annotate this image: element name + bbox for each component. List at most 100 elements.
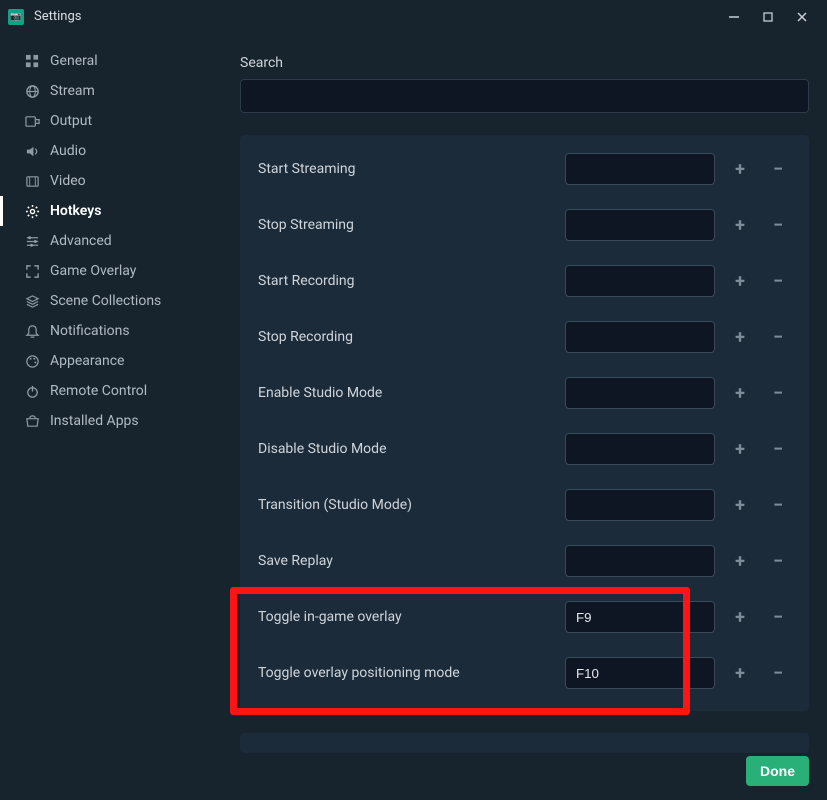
remove-button[interactable]: − [765, 492, 791, 518]
hotkey-input-start-recording[interactable] [565, 265, 715, 297]
gear-icon [24, 203, 40, 219]
hotkey-input-stop-streaming[interactable] [565, 209, 715, 241]
remove-button[interactable]: − [765, 380, 791, 406]
sidebar-item-hotkeys[interactable]: Hotkeys [0, 196, 222, 226]
sidebar-item-installed-apps[interactable]: Installed Apps [0, 406, 222, 436]
minimize-button[interactable] [717, 0, 751, 33]
sidebar-item-game-overlay[interactable]: Game Overlay [0, 256, 222, 286]
maximize-button[interactable] [751, 0, 785, 33]
add-button[interactable]: + [727, 324, 753, 350]
hotkey-input-save-replay[interactable] [565, 545, 715, 577]
titlebar: 📷 Settings [0, 0, 827, 33]
plus-icon: + [735, 439, 745, 460]
plus-icon: + [735, 495, 745, 516]
globe-icon [24, 83, 40, 99]
sidebar-item-label: Stream [50, 83, 95, 99]
sidebar-item-general[interactable]: General [0, 46, 222, 76]
sidebar-item-audio[interactable]: Audio [0, 136, 222, 166]
sidebar-item-label: Appearance [50, 353, 124, 369]
remove-button[interactable]: − [765, 268, 791, 294]
plus-icon: + [735, 383, 745, 404]
remove-button[interactable]: − [765, 212, 791, 238]
sidebar-item-advanced[interactable]: Advanced [0, 226, 222, 256]
add-button[interactable]: + [727, 156, 753, 182]
add-button[interactable]: + [727, 604, 753, 630]
sidebar-item-video[interactable]: Video [0, 166, 222, 196]
hotkey-row-toggle-overlay-positioning: Toggle overlay positioning mode + − [258, 645, 791, 701]
hotkey-label: Toggle in-game overlay [258, 608, 565, 627]
hotkey-row-stop-streaming: Stop Streaming + − [258, 197, 791, 253]
plus-icon: + [735, 551, 745, 572]
titlebar-title: Settings [34, 9, 81, 24]
hotkey-label: Start Streaming [258, 160, 565, 179]
hotkeys-panel: Start Streaming + − Stop Streaming + − S… [240, 135, 809, 711]
hotkey-input-disable-studio-mode[interactable] [565, 433, 715, 465]
plus-icon: + [735, 159, 745, 180]
remove-button[interactable]: − [765, 156, 791, 182]
remove-button[interactable]: − [765, 436, 791, 462]
hotkey-label: Enable Studio Mode [258, 384, 565, 403]
add-button[interactable]: + [727, 492, 753, 518]
grid-icon [24, 53, 40, 69]
hotkey-label: Stop Recording [258, 328, 565, 347]
minus-icon: − [773, 327, 783, 348]
sidebar-item-output[interactable]: Output [0, 106, 222, 136]
remove-button[interactable]: − [765, 604, 791, 630]
main: General Stream Output Audio Video Hotkey… [0, 33, 827, 800]
minus-icon: − [773, 439, 783, 460]
hotkey-row-save-replay: Save Replay + − [258, 533, 791, 589]
hotkey-input-toggle-overlay-positioning[interactable] [565, 657, 715, 689]
search-input[interactable] [240, 79, 809, 113]
minus-icon: − [773, 383, 783, 404]
sidebar-item-label: General [50, 53, 98, 69]
sidebar-item-remote-control[interactable]: Remote Control [0, 376, 222, 406]
close-button[interactable] [785, 0, 819, 33]
sidebar-item-label: Advanced [50, 233, 112, 249]
sidebar-item-label: Output [50, 113, 92, 129]
sidebar-item-label: Installed Apps [50, 413, 139, 429]
output-icon [24, 113, 40, 129]
hotkey-row-start-recording: Start Recording + − [258, 253, 791, 309]
add-button[interactable]: + [727, 212, 753, 238]
sidebar-item-notifications[interactable]: Notifications [0, 316, 222, 346]
plus-icon: + [735, 327, 745, 348]
sidebar-item-scene-collections[interactable]: Scene Collections [0, 286, 222, 316]
sidebar-item-label: Hotkeys [50, 203, 101, 219]
power-icon [24, 383, 40, 399]
add-button[interactable]: + [727, 660, 753, 686]
minimize-icon [728, 11, 740, 23]
add-button[interactable]: + [727, 548, 753, 574]
remove-button[interactable]: − [765, 548, 791, 574]
hotkey-input-enable-studio-mode[interactable] [565, 377, 715, 409]
hotkey-label: Disable Studio Mode [258, 440, 565, 459]
sidebar-item-appearance[interactable]: Appearance [0, 346, 222, 376]
hotkey-input-transition[interactable] [565, 489, 715, 521]
add-button[interactable]: + [727, 436, 753, 462]
hotkey-input-toggle-overlay[interactable] [565, 601, 715, 633]
expand-icon [24, 263, 40, 279]
remove-button[interactable]: − [765, 324, 791, 350]
app-icon: 📷 [8, 9, 24, 25]
minus-icon: − [773, 551, 783, 572]
add-button[interactable]: + [727, 268, 753, 294]
add-button[interactable]: + [727, 380, 753, 406]
hotkey-row-stop-recording: Stop Recording + − [258, 309, 791, 365]
hotkey-label: Transition (Studio Mode) [258, 496, 565, 515]
hotkey-input-start-streaming[interactable] [565, 153, 715, 185]
hotkey-row-start-streaming: Start Streaming + − [258, 141, 791, 197]
hotkey-row-transition: Transition (Studio Mode) + − [258, 477, 791, 533]
remove-button[interactable]: − [765, 660, 791, 686]
minus-icon: − [773, 271, 783, 292]
store-icon [24, 413, 40, 429]
sidebar-item-stream[interactable]: Stream [0, 76, 222, 106]
hotkey-row-disable-studio-mode: Disable Studio Mode + − [258, 421, 791, 477]
minus-icon: − [773, 663, 783, 684]
content: Search Start Streaming + − Stop Streamin… [222, 33, 827, 800]
hotkey-input-stop-recording[interactable] [565, 321, 715, 353]
done-button[interactable]: Done [746, 756, 809, 786]
sidebar-item-label: Scene Collections [50, 293, 161, 309]
stack-icon [24, 293, 40, 309]
minus-icon: − [773, 495, 783, 516]
hotkey-label: Stop Streaming [258, 216, 565, 235]
sidebar-item-label: Video [50, 173, 86, 189]
